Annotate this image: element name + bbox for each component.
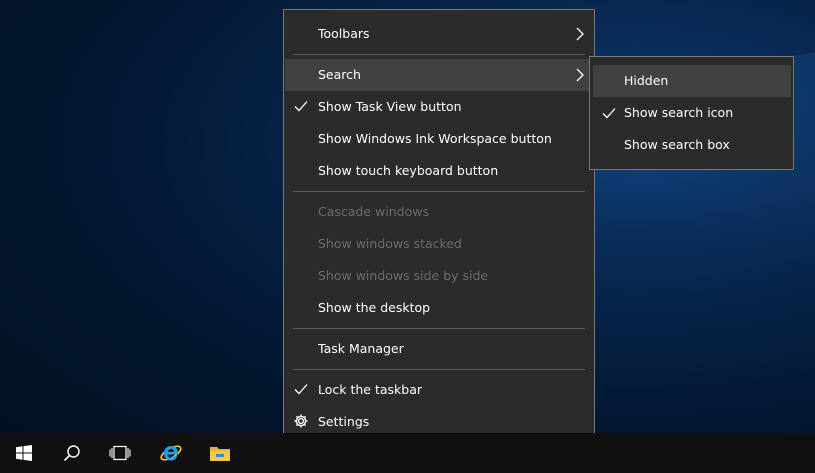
menu-item-label: Show the desktop — [318, 300, 431, 315]
menu-item-search[interactable]: Search — [285, 59, 593, 91]
search-button[interactable] — [48, 433, 96, 473]
submenu-item-hidden[interactable]: Hidden — [593, 65, 791, 97]
checkmark-icon — [294, 101, 308, 112]
checkmark-icon — [294, 384, 308, 395]
menu-item-label: Show Task View button — [318, 99, 462, 114]
submenu-item-label: Show search box — [624, 137, 730, 152]
chevron-right-icon — [576, 68, 584, 82]
menu-separator — [293, 328, 585, 329]
start-button[interactable] — [0, 433, 48, 473]
menu-item-label: Cascade windows — [318, 204, 429, 219]
submenu-item-label: Show search icon — [624, 105, 734, 120]
menu-item-label: Settings — [318, 414, 370, 429]
menu-item-show-desktop[interactable]: Show the desktop — [285, 292, 593, 324]
internet-explorer-icon — [160, 445, 182, 461]
windows-logo-icon — [16, 445, 32, 461]
submenu-item-show-search-box[interactable]: Show search box — [593, 129, 791, 161]
taskbar[interactable] — [0, 433, 815, 473]
menu-item-label: Toolbars — [318, 26, 370, 41]
menu-separator — [293, 369, 585, 370]
menu-item-label: Show touch keyboard button — [318, 163, 499, 178]
task-view-icon — [109, 445, 131, 461]
menu-item-cascade-windows: Cascade windows — [285, 196, 593, 228]
gear-icon — [294, 414, 308, 428]
menu-item-show-task-view[interactable]: Show Task View button — [285, 91, 593, 123]
submenu-item-label: Hidden — [624, 73, 669, 88]
file-explorer-button[interactable] — [196, 433, 244, 473]
search-icon — [63, 445, 80, 462]
checkmark-icon — [602, 108, 616, 119]
menu-item-label: Task Manager — [318, 341, 404, 356]
menu-item-label: Search — [318, 67, 361, 82]
menu-item-toolbars[interactable]: Toolbars — [285, 18, 593, 50]
menu-item-show-windows-side-by-side: Show windows side by side — [285, 260, 593, 292]
menu-item-label: Show windows side by side — [318, 268, 489, 283]
menu-separator — [293, 191, 585, 192]
menu-item-show-windows-stacked: Show windows stacked — [285, 228, 593, 260]
menu-item-label: Show Windows Ink Workspace button — [318, 131, 552, 146]
menu-separator — [293, 54, 585, 55]
menu-item-show-ink-workspace[interactable]: Show Windows Ink Workspace button — [285, 123, 593, 155]
task-view-button[interactable] — [96, 433, 144, 473]
menu-item-task-manager[interactable]: Task Manager — [285, 333, 593, 365]
menu-item-lock-taskbar[interactable]: Lock the taskbar — [285, 374, 593, 406]
chevron-right-icon — [576, 27, 584, 41]
menu-item-label: Show windows stacked — [318, 236, 462, 251]
menu-item-label: Lock the taskbar — [318, 382, 423, 397]
menu-item-show-touch-keyboard[interactable]: Show touch keyboard button — [285, 155, 593, 187]
taskbar-context-menu: Toolbars Search Show Task View button Sh… — [283, 9, 595, 447]
submenu-item-show-search-icon[interactable]: Show search icon — [593, 97, 791, 129]
search-submenu: Hidden Show search icon Show search box — [589, 56, 794, 170]
folder-icon — [210, 447, 230, 461]
internet-explorer-button[interactable] — [147, 433, 195, 473]
